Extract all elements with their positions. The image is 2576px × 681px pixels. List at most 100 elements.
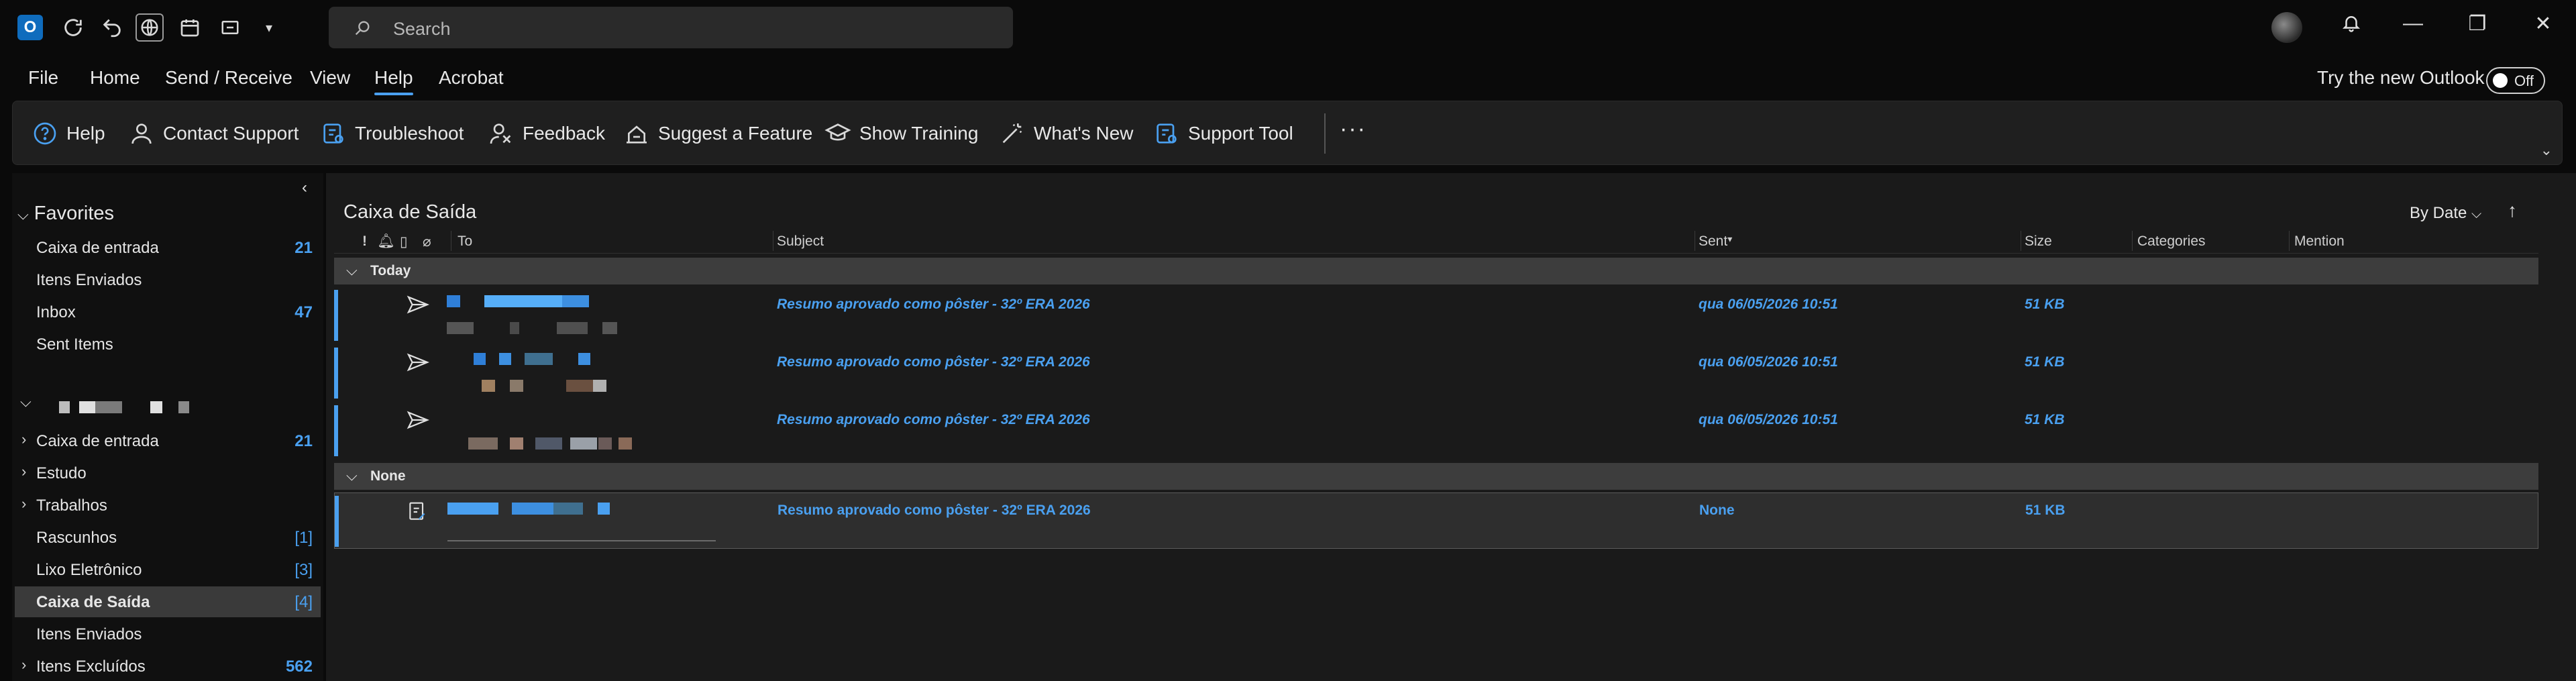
more-options-icon[interactable]: ··· xyxy=(1340,116,1366,142)
suggest-feature-button[interactable]: Suggest a Feature xyxy=(623,117,812,150)
globe-icon[interactable] xyxy=(136,13,164,42)
support-tool-icon xyxy=(1157,123,1177,144)
column-importance[interactable]: ! xyxy=(362,233,367,250)
unread-indicator-bar xyxy=(334,348,338,399)
search-box[interactable]: Search xyxy=(329,7,1013,48)
attachment-column-icon[interactable]: ⌀ xyxy=(423,233,431,250)
column-to[interactable]: To xyxy=(458,233,472,250)
contact-support-button[interactable]: Contact Support xyxy=(128,117,299,150)
message-row[interactable]: Resumo aprovado como pôster - 32º ERA 20… xyxy=(334,403,2538,459)
expand-ribbon-chevron-icon[interactable]: ⌄ xyxy=(2540,142,2553,159)
favorite-item-sent-items[interactable]: Sent Items xyxy=(15,329,321,360)
redacted-account-name xyxy=(59,401,70,413)
column-size[interactable]: Size xyxy=(2025,233,2052,250)
folder-item-estudo[interactable]: › Estudo xyxy=(15,458,321,488)
message-row[interactable]: Resumo aprovado como pôster - 32º ERA 20… xyxy=(334,345,2538,401)
show-training-button[interactable]: Show Training xyxy=(824,117,978,150)
customize-toolbar-chevron-icon[interactable]: ▾ xyxy=(255,13,283,42)
troubleshoot-button[interactable]: Troubleshoot xyxy=(320,117,464,150)
column-subject[interactable]: Subject xyxy=(777,233,824,250)
show-training-label: Show Training xyxy=(859,123,979,144)
collapse-pane-chevron-icon[interactable]: ‹ xyxy=(302,178,307,197)
message-row-selected[interactable]: Resumo aprovado como pôster - 32º ERA 20… xyxy=(334,492,2538,549)
redacted-recipient xyxy=(598,503,610,515)
support-tool-button[interactable]: Support Tool xyxy=(1153,117,1293,150)
feedback-button[interactable]: Feedback xyxy=(488,117,605,150)
try-new-outlook-toggle[interactable]: Off xyxy=(2486,67,2545,94)
bell-icon[interactable] xyxy=(2334,12,2368,39)
search-placeholder: Search xyxy=(393,19,451,39)
avatar[interactable] xyxy=(2271,12,2302,43)
column-divider[interactable] xyxy=(2289,231,2290,251)
redacted-recipient xyxy=(484,295,562,307)
menu-send-receive[interactable]: Send / Receive xyxy=(165,67,292,89)
chevron-right-icon[interactable]: › xyxy=(21,656,26,674)
account-header[interactable]: ⌵ xyxy=(17,393,313,420)
folder-item-caixa-de-saida[interactable]: Caixa de Saída [4] xyxy=(15,586,321,617)
sort-direction-arrow-icon[interactable]: ↑ xyxy=(2508,200,2517,221)
column-sent[interactable]: Sent▾ xyxy=(1699,233,1732,250)
contact-support-label: Contact Support xyxy=(163,123,299,144)
menu-file[interactable]: File xyxy=(28,67,58,89)
reminder-bell-column-icon[interactable]: 🔔︎ xyxy=(377,233,395,250)
folder-item-itens-enviados[interactable]: Itens Enviados xyxy=(15,619,321,649)
chevron-right-icon[interactable]: › xyxy=(21,463,26,480)
message-size: 51 KB xyxy=(2025,354,2065,370)
sort-by-dropdown[interactable]: By Date ⌵ xyxy=(2410,204,2481,223)
feedback-label: Feedback xyxy=(523,123,605,144)
redacted-recipient xyxy=(474,353,486,365)
sync-icon[interactable] xyxy=(59,13,87,42)
folder-item-rascunhos[interactable]: Rascunhos [1] xyxy=(15,522,321,553)
item-type-column-icon[interactable]: ▯ xyxy=(400,233,408,250)
menu-view[interactable]: View xyxy=(310,67,350,89)
chevron-right-icon[interactable]: › xyxy=(21,431,26,448)
folder-item-itens-excluidos[interactable]: › Itens Excluídos 562 xyxy=(15,651,321,681)
redacted-account-name xyxy=(79,401,95,413)
column-divider[interactable] xyxy=(2132,231,2133,251)
redacted-recipient xyxy=(598,437,612,450)
redacted-recipient xyxy=(482,380,495,392)
redacted-recipient xyxy=(447,503,498,515)
sort-descending-icon: ▾ xyxy=(1727,233,1733,244)
suggest-feature-icon xyxy=(627,125,647,144)
menu-acrobat[interactable]: Acrobat xyxy=(439,67,504,89)
try-new-outlook-label: Try the new Outlook xyxy=(2317,67,2485,88)
draft-edit-icon xyxy=(409,502,425,520)
redacted-recipient xyxy=(570,437,597,450)
whats-new-button[interactable]: What's New xyxy=(999,117,1134,150)
folder-title: Caixa de Saída xyxy=(343,201,477,223)
folder-name: Estudo xyxy=(36,464,87,482)
favorite-item-caixa-de-entrada[interactable]: Caixa de entrada 21 xyxy=(15,232,321,263)
help-button[interactable]: Help xyxy=(32,117,105,150)
group-header-none[interactable]: ⌵ None xyxy=(334,463,2538,490)
sort-label: By Date xyxy=(2410,204,2467,222)
folder-item-trabalhos[interactable]: › Trabalhos xyxy=(15,490,321,521)
restore-button[interactable]: ❐ xyxy=(2461,12,2494,36)
favorite-item-inbox[interactable]: Inbox 47 xyxy=(15,297,321,327)
menu-bar: File Home Send / Receive View Help Acrob… xyxy=(0,62,2576,98)
column-categories[interactable]: Categories xyxy=(2137,233,2206,250)
favorites-header[interactable]: ⌵ Favorites xyxy=(17,203,114,225)
undo-icon[interactable] xyxy=(98,13,126,42)
folder-item-caixa-de-entrada[interactable]: › Caixa de entrada 21 xyxy=(15,425,321,456)
chevron-right-icon[interactable]: › xyxy=(21,495,26,513)
menu-home[interactable]: Home xyxy=(90,67,140,89)
feedback-icon xyxy=(490,123,511,144)
column-sent-label: Sent xyxy=(1699,233,1728,249)
view-icon[interactable] xyxy=(216,13,244,42)
unread-indicator-bar xyxy=(334,290,338,341)
folder-name: Lixo Eletrônico xyxy=(36,561,142,579)
minimize-button[interactable]: — xyxy=(2396,12,2430,35)
calendar-icon[interactable] xyxy=(176,13,204,42)
message-row[interactable]: Resumo aprovado como pôster - 32º ERA 20… xyxy=(334,287,2538,344)
favorite-item-itens-enviados[interactable]: Itens Enviados xyxy=(15,264,321,295)
message-size: 51 KB xyxy=(2025,297,2065,312)
menu-help[interactable]: Help xyxy=(374,67,413,95)
column-mention[interactable]: Mention xyxy=(2294,233,2345,250)
toggle-knob xyxy=(2493,73,2508,88)
folder-item-lixo-eletronico[interactable]: Lixo Eletrônico [3] xyxy=(15,554,321,585)
redacted-recipient xyxy=(510,437,523,450)
redacted-account-name xyxy=(95,401,122,413)
group-header-today[interactable]: ⌵ Today xyxy=(334,258,2538,284)
close-button[interactable]: ✕ xyxy=(2526,12,2560,36)
